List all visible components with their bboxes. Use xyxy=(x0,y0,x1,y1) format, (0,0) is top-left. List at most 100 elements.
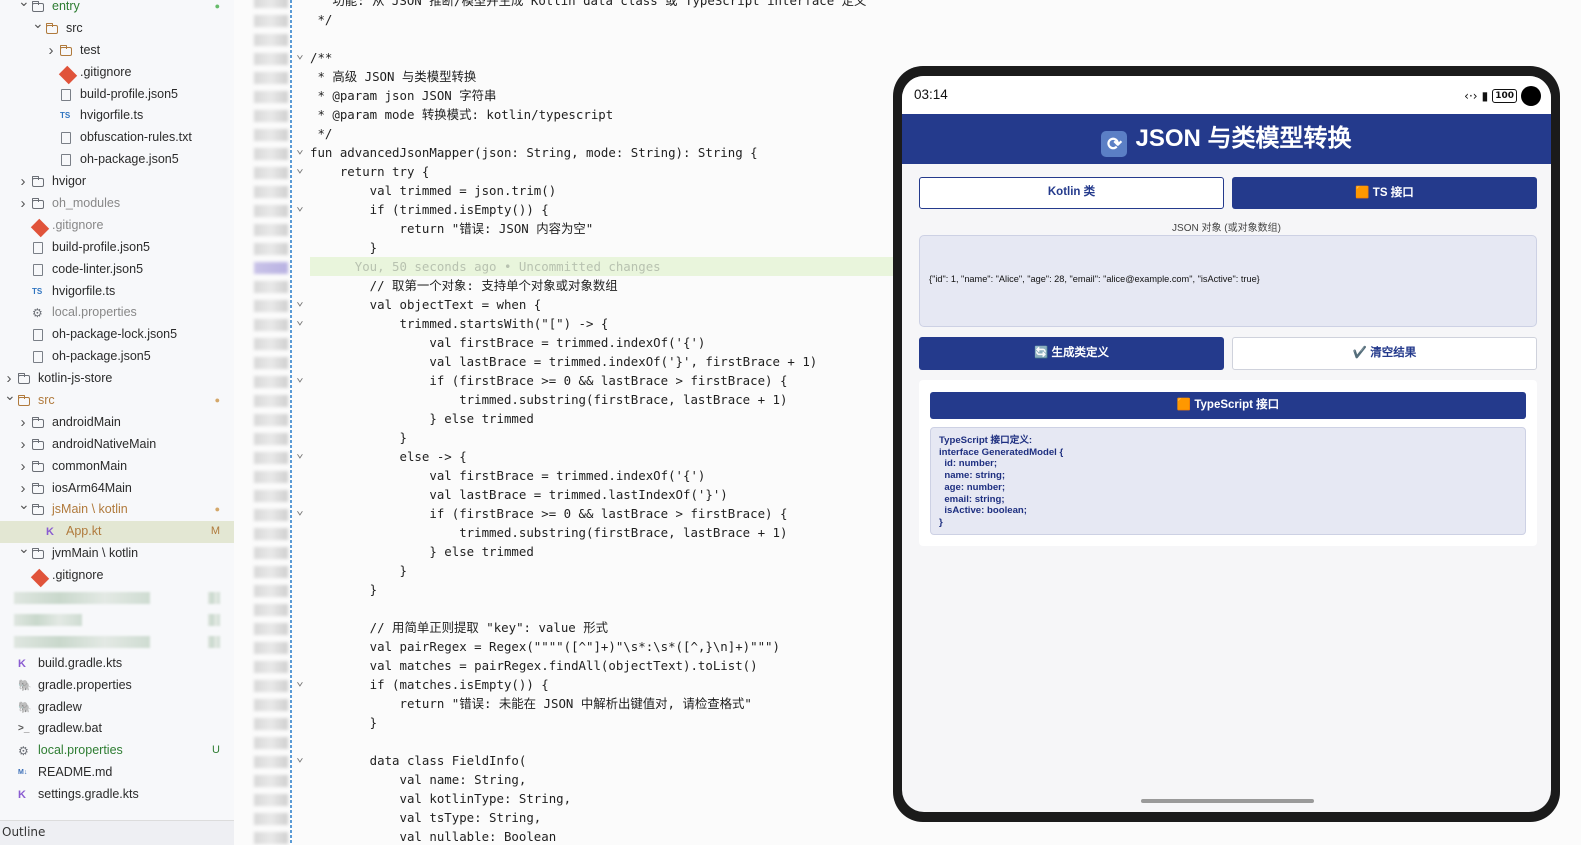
tree-item[interactable]: ⚙ local.properties U xyxy=(0,740,234,762)
code-text: // 用简单正则提取 "key": value 形式 xyxy=(310,620,609,635)
home-indicator[interactable] xyxy=(1141,799,1314,803)
tree-item[interactable]: ⌄ jvmMain \ kotlin xyxy=(0,540,234,565)
file-icon xyxy=(60,132,74,145)
tree-item[interactable]: build-profile.json5 xyxy=(0,237,234,259)
chevron-right-icon[interactable]: › xyxy=(46,40,56,62)
chevron-right-icon[interactable]: › xyxy=(18,434,28,456)
tree-item[interactable]: 🐘 gradlew xyxy=(0,697,234,719)
fold-chevron-icon[interactable]: ⌄ xyxy=(296,140,304,159)
tree-item[interactable]: TS hvigorfile.ts xyxy=(0,105,234,127)
tree-item-label: hvigorfile.ts xyxy=(52,283,116,298)
code-text: } else trimmed xyxy=(310,544,534,559)
chevron-down-icon[interactable]: ⌄ xyxy=(18,538,30,560)
line-number xyxy=(254,680,288,692)
code-line: val kotlinType: String, xyxy=(310,789,572,808)
tree-item-label: src xyxy=(66,20,83,35)
clear-button[interactable]: ✔️ 清空结果 xyxy=(1232,337,1537,370)
line-number xyxy=(254,53,288,65)
fold-chevron-icon[interactable]: ⌄ xyxy=(296,444,304,463)
code-line: 功能: 从 JSON 推断/模型并生成 Kotlin data class 或 … xyxy=(310,0,866,10)
tree-item[interactable]: K App.kt M xyxy=(0,521,234,544)
code-line: ⌄ trimmed.startsWith("[") -> { xyxy=(296,313,608,333)
chevron-right-icon[interactable]: › xyxy=(18,193,28,215)
generate-button[interactable]: 🔄 生成类定义 xyxy=(919,337,1224,370)
tree-item[interactable]: › test xyxy=(0,40,234,62)
code-text: } xyxy=(310,582,378,597)
code-text: val pairRegex = Regex(""""([^"]+)"\s*:\s… xyxy=(310,639,780,654)
tree-item[interactable]: oh-package-lock.json5 xyxy=(0,324,234,346)
chevron-right-icon[interactable]: › xyxy=(18,456,28,478)
tree-item[interactable]: › androidMain xyxy=(0,412,234,434)
line-number xyxy=(254,129,288,141)
outline-panel-header[interactable]: Outline xyxy=(0,820,234,845)
tree-item[interactable]: build-profile.json5 xyxy=(0,84,234,106)
fold-chevron-icon[interactable]: ⌄ xyxy=(296,501,304,520)
tree-item[interactable]: .gitignore xyxy=(0,62,234,84)
kotlin-icon: K xyxy=(18,657,26,670)
tree-item[interactable]: › androidNativeMain xyxy=(0,434,234,456)
tree-item[interactable]: >_ gradlew.bat xyxy=(0,718,234,740)
blurred-tree-item[interactable] xyxy=(0,631,234,653)
fold-chevron-icon[interactable]: ⌄ xyxy=(296,311,304,330)
tree-item-label: settings.gradle.kts xyxy=(38,787,139,802)
json-input[interactable]: {"id": 1, "name": "Alice", "age": 28, "e… xyxy=(919,235,1537,327)
tree-item[interactable]: ⚙ local.properties xyxy=(0,302,234,324)
fold-chevron-icon[interactable]: ⌄ xyxy=(296,368,304,387)
tree-item-label: local.properties xyxy=(38,743,123,758)
git-status-badge: U xyxy=(212,744,220,757)
line-number xyxy=(254,737,288,749)
tree-item[interactable]: TS hvigorfile.ts xyxy=(0,281,234,303)
blurred-tree-item[interactable] xyxy=(0,609,234,631)
tree-item[interactable]: › commonMain xyxy=(0,456,234,478)
fold-chevron-icon[interactable]: ⌄ xyxy=(296,197,304,216)
line-number xyxy=(254,775,288,787)
line-number xyxy=(254,338,288,350)
tree-item[interactable]: ⌄ src xyxy=(0,15,234,40)
tree-item[interactable]: oh-package.json5 xyxy=(0,346,234,368)
tree-item[interactable]: › iosArm64Main xyxy=(0,478,234,500)
tab-kotlin-class[interactable]: Kotlin 类 xyxy=(919,177,1224,209)
code-text: trimmed.substring(firstBrace, lastBrace … xyxy=(310,392,788,407)
tree-item[interactable]: › hvigor xyxy=(0,171,234,193)
chevron-down-icon[interactable]: ⌄ xyxy=(18,0,30,13)
code-line: */ xyxy=(310,10,332,29)
tree-item[interactable]: Ksettings.gradle.kts xyxy=(0,784,234,806)
code-line: } xyxy=(310,580,377,599)
redacted-item xyxy=(14,635,150,648)
file-icon xyxy=(32,241,46,254)
fold-chevron-icon[interactable]: ⌄ xyxy=(296,672,304,691)
tree-item-label: kotlin-js-store xyxy=(38,371,113,386)
tree-item[interactable]: oh-package.json5 xyxy=(0,149,234,171)
chevron-down-icon[interactable]: ⌄ xyxy=(18,494,30,516)
tree-item[interactable]: .gitignore xyxy=(0,565,234,588)
code-text: fun advancedJsonMapper(json: String, mod… xyxy=(310,145,758,160)
tree-item-label: test xyxy=(80,42,101,57)
tab-ts-interface[interactable]: 🟧 TS 接口 xyxy=(1232,177,1537,209)
tree-item[interactable]: M↓ README.md xyxy=(0,762,234,784)
chevron-down-icon[interactable]: ⌄ xyxy=(4,385,16,407)
fold-chevron-icon[interactable]: ⌄ xyxy=(296,292,304,311)
chevron-right-icon[interactable]: › xyxy=(18,412,28,434)
blurred-tree-item[interactable] xyxy=(0,587,234,609)
chevron-right-icon[interactable]: › xyxy=(18,171,28,193)
tree-item[interactable]: .gitignore xyxy=(0,215,234,238)
tree-item[interactable]: obfuscation-rules.txt xyxy=(0,127,234,149)
tree-item[interactable]: ⌄ jsMain \ kotlin ● xyxy=(0,496,234,521)
chevron-down-icon[interactable]: ⌄ xyxy=(32,13,44,35)
fold-chevron-icon[interactable]: ⌄ xyxy=(296,45,304,64)
tree-item-label: src xyxy=(38,393,55,408)
line-number xyxy=(254,72,288,84)
tree-item[interactable]: code-linter.json5 xyxy=(0,259,234,281)
code-line: val firstBrace = trimmed.indexOf('{') xyxy=(310,466,705,485)
battery-icon: 100 xyxy=(1492,89,1517,103)
tree-item[interactable]: ⌄ src ● xyxy=(0,387,234,412)
code-editor[interactable]: 功能: 从 JSON 推断/模型并生成 Kotlin data class 或 … xyxy=(292,0,902,845)
tree-item[interactable]: › kotlin-js-store xyxy=(0,368,234,390)
tree-item[interactable]: 🐘 gradle.properties xyxy=(0,675,234,697)
tree-item[interactable]: › oh_modules xyxy=(0,193,234,215)
result-header-label: 🟧 TypeScript 接口 xyxy=(1176,399,1280,411)
fold-chevron-icon[interactable]: ⌄ xyxy=(296,748,304,767)
tree-item-label: jsMain \ kotlin xyxy=(52,502,128,517)
tree-item[interactable]: Kbuild.gradle.kts xyxy=(0,653,234,675)
fold-chevron-icon[interactable]: ⌄ xyxy=(296,159,304,178)
